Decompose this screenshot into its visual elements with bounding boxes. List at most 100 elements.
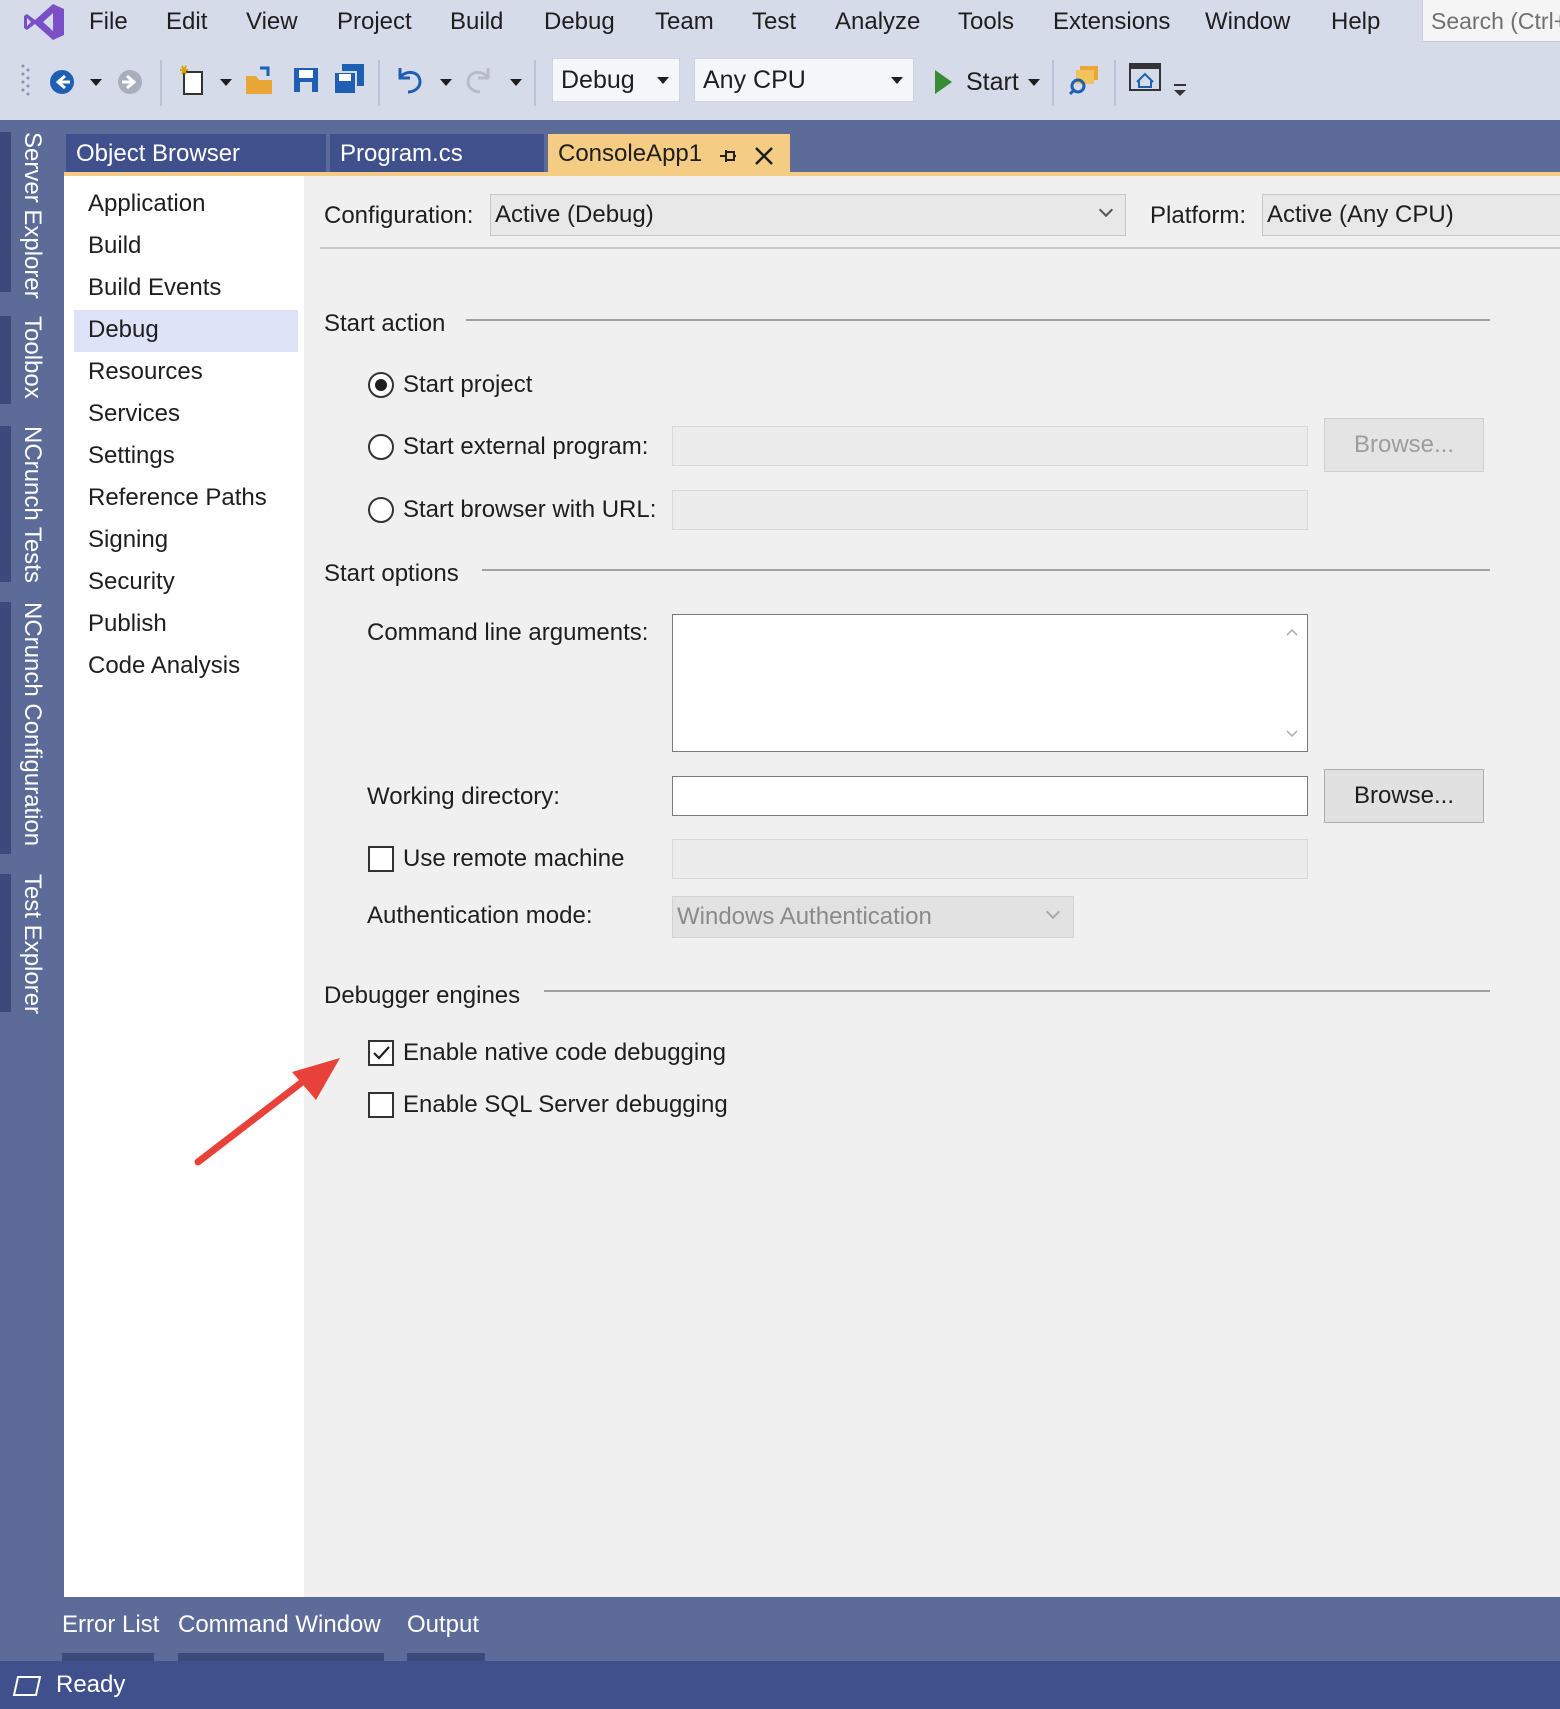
scroll-down-icon[interactable] — [1285, 729, 1299, 739]
nav-item-resources[interactable]: Resources — [74, 352, 298, 394]
menu-analyze[interactable]: Analyze — [835, 8, 920, 36]
menu-team[interactable]: Team — [655, 8, 714, 36]
side-tab-server-explorer[interactable]: Server Explorer — [0, 132, 64, 299]
new-project-dropdown-icon[interactable] — [220, 79, 232, 86]
section-divider — [466, 319, 1490, 321]
nav-item-signing[interactable]: Signing — [74, 520, 298, 562]
menu-debug[interactable]: Debug — [544, 8, 615, 36]
nav-item-publish[interactable]: Publish — [74, 604, 298, 646]
nav-item-code-analysis[interactable]: Code Analysis — [74, 646, 298, 688]
nav-item-build-events[interactable]: Build Events — [74, 268, 298, 310]
enable-native-code-debugging-checkbox[interactable] — [368, 1040, 394, 1066]
command-line-arguments-input[interactable] — [672, 614, 1308, 752]
navigate-back-icon[interactable] — [48, 68, 76, 96]
menu-file[interactable]: File — [89, 8, 128, 36]
platform-dropdown[interactable]: Active (Any CPU) — [1262, 194, 1560, 236]
header-divider — [320, 247, 1560, 249]
nav-item-services[interactable]: Services — [74, 394, 298, 436]
start-play-icon[interactable] — [932, 68, 954, 96]
browse-external-program-button[interactable]: Browse... — [1324, 418, 1484, 472]
home-window-icon[interactable] — [1128, 62, 1162, 94]
solution-platform-dropdown[interactable]: Any CPU — [694, 58, 914, 102]
side-tab-label: Toolbox — [19, 316, 46, 399]
side-tab-indicator — [0, 316, 11, 404]
toolbar-overflow-icon[interactable] — [1172, 82, 1188, 98]
remote-machine-input[interactable] — [672, 839, 1308, 879]
menu-help[interactable]: Help — [1331, 8, 1380, 36]
configuration-dropdown[interactable]: Active (Debug) — [490, 194, 1126, 236]
start-browser-url-radio[interactable] — [368, 497, 394, 523]
platform-value: Active (Any CPU) — [1267, 201, 1454, 228]
open-file-icon[interactable] — [244, 66, 276, 96]
menu-window[interactable]: Window — [1205, 8, 1290, 36]
enable-native-code-debugging-label: Enable native code debugging — [403, 1039, 726, 1066]
menu-view[interactable]: View — [246, 8, 298, 36]
find-in-files-icon[interactable] — [1068, 62, 1102, 96]
redo-icon[interactable] — [464, 64, 494, 96]
browser-url-input[interactable] — [672, 490, 1308, 530]
navigate-forward-icon[interactable] — [116, 68, 144, 96]
bottom-tab-output[interactable]: Output — [407, 1611, 485, 1661]
tab-program-cs[interactable]: Program.cs — [330, 134, 544, 176]
menu-tools[interactable]: Tools — [958, 8, 1014, 36]
browse-working-directory-button[interactable]: Browse... — [1324, 769, 1484, 823]
nav-item-debug[interactable]: Debug — [74, 310, 298, 352]
solution-configuration-value: Debug — [561, 66, 635, 94]
redo-dropdown-icon[interactable] — [510, 79, 522, 86]
enable-sql-server-debugging-checkbox[interactable] — [368, 1092, 394, 1118]
chevron-down-icon — [1045, 904, 1061, 920]
nav-item-reference-paths[interactable]: Reference Paths — [74, 478, 298, 520]
toolbar-separator — [534, 60, 536, 106]
tab-label: Object Browser — [76, 140, 241, 167]
undo-icon[interactable] — [394, 64, 424, 96]
undo-dropdown-icon[interactable] — [440, 79, 452, 86]
nav-item-security[interactable]: Security — [74, 562, 298, 604]
menu-build[interactable]: Build — [450, 8, 503, 36]
side-tab-toolbox[interactable]: Toolbox — [0, 316, 64, 404]
start-external-program-radio[interactable] — [368, 434, 394, 460]
save-all-icon[interactable] — [332, 62, 366, 96]
scroll-up-icon[interactable] — [1285, 627, 1299, 637]
tab-label: Program.cs — [340, 140, 463, 167]
menu-test[interactable]: Test — [752, 8, 796, 36]
command-line-arguments-label: Command line arguments: — [367, 619, 649, 646]
menu-edit[interactable]: Edit — [166, 8, 207, 36]
authentication-mode-dropdown[interactable]: Windows Authentication — [672, 896, 1074, 938]
nav-item-settings[interactable]: Settings — [74, 436, 298, 478]
external-program-input[interactable] — [672, 426, 1308, 466]
new-project-icon[interactable] — [178, 64, 208, 96]
bottom-tab-command-window[interactable]: Command Window — [178, 1611, 384, 1661]
bottom-tab-error-list[interactable]: Error List — [62, 1611, 159, 1661]
nav-item-build[interactable]: Build — [74, 226, 298, 268]
nav-item-application[interactable]: Application — [74, 184, 298, 226]
start-dropdown-icon[interactable] — [1028, 79, 1040, 86]
search-input[interactable]: Search (Ctrl+Q) — [1422, 0, 1560, 42]
tab-consoleapp1[interactable]: ConsoleApp1 — [548, 134, 790, 176]
working-directory-label: Working directory: — [367, 783, 560, 810]
use-remote-machine-checkbox[interactable] — [368, 846, 394, 872]
start-project-label: Start project — [403, 371, 533, 398]
pin-tab-icon[interactable] — [718, 146, 738, 166]
close-tab-icon[interactable] — [754, 146, 774, 166]
side-tab-test-explorer[interactable]: Test Explorer — [0, 874, 64, 1014]
side-tab-indicator — [0, 132, 11, 292]
tab-object-browser[interactable]: Object Browser — [66, 134, 326, 176]
side-tab-ncrunch-configuration[interactable]: NCrunch Configuration — [0, 602, 64, 854]
standard-toolbar: Debug Any CPU Start — [0, 48, 1560, 120]
solution-configuration-dropdown[interactable]: Debug — [552, 58, 680, 102]
bottom-tab-label: Output — [407, 1611, 480, 1638]
menu-project[interactable]: Project — [337, 8, 412, 36]
working-directory-input[interactable] — [672, 776, 1308, 816]
section-divider — [482, 569, 1490, 571]
toolbar-grip-icon[interactable] — [20, 62, 32, 102]
save-icon[interactable] — [292, 66, 320, 94]
chevron-down-icon — [891, 77, 903, 84]
checkmark-icon — [373, 1046, 390, 1060]
side-tab-ncrunch-tests[interactable]: NCrunch Tests — [0, 426, 64, 583]
back-dropdown-icon[interactable] — [90, 79, 102, 86]
menu-extensions[interactable]: Extensions — [1053, 8, 1170, 36]
start-project-radio[interactable] — [368, 372, 394, 398]
bottom-tab-indicator — [407, 1653, 485, 1661]
start-button-label[interactable]: Start — [966, 68, 1019, 97]
side-tab-label: NCrunch Configuration — [19, 602, 46, 847]
